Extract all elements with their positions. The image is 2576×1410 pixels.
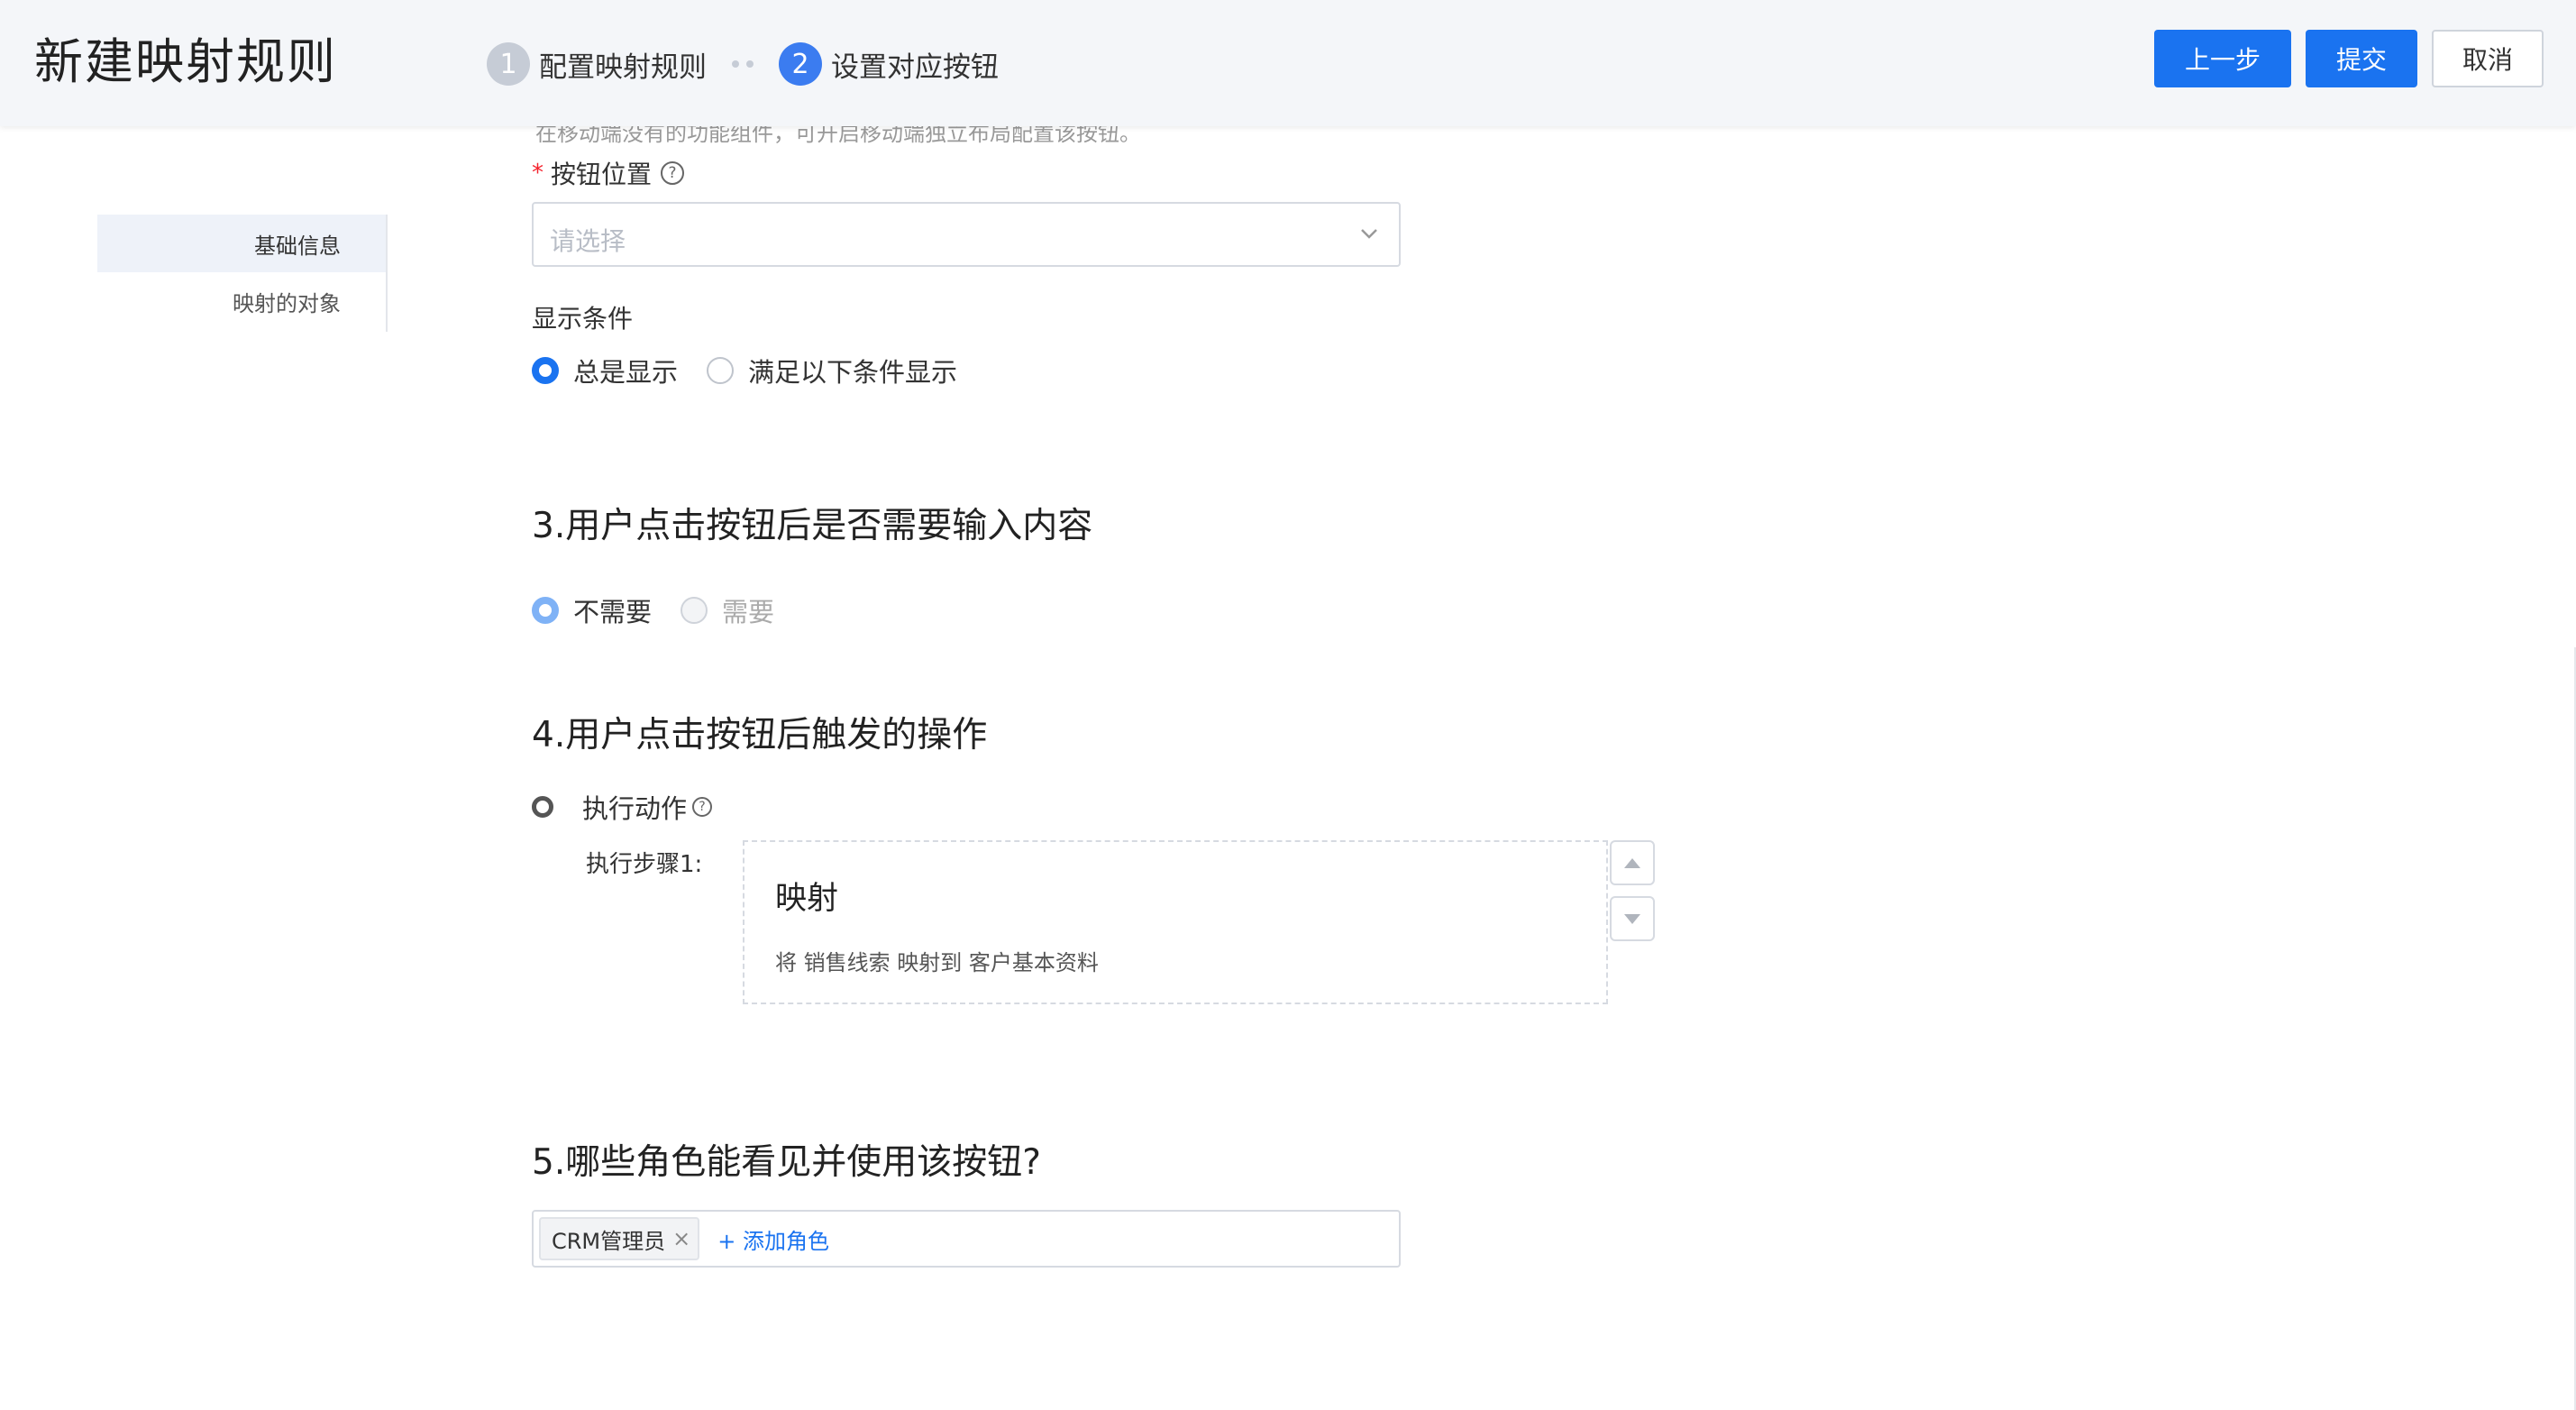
step-1-number: 1 [487,42,530,86]
button-position-select[interactable]: 请选择 [532,202,1401,267]
step-2-number: 2 [779,42,822,86]
triangle-down-icon [1624,913,1640,924]
submit-button[interactable]: 提交 [2306,30,2417,87]
radio-not-required-label: 不需要 [573,597,653,627]
radio-always-show-label: 总是显示 [573,357,679,388]
triangle-up-icon [1624,857,1640,868]
display-condition-radios: 总是显示 满足以下条件显示 [532,352,986,389]
action-step-description: 将 销售线索 映射到 客户基本资料 [775,950,1099,975]
help-icon[interactable]: ? [692,797,713,817]
execute-step-label: 执行步骤1: [586,851,703,878]
step-indicator: 1 配置映射规则 2 设置对应按钮 [487,41,999,87]
step-1-label: 配置映射规则 [539,50,707,84]
step-separator [732,60,754,68]
add-role-link[interactable]: + 添加角色 [717,1223,829,1255]
page-header: 新建映射规则 1 配置映射规则 2 设置对应按钮 上一步 提交 取消 [0,0,2576,126]
radio-always-show[interactable] [532,357,559,384]
action-step-title: 映射 [775,881,839,917]
display-condition-label: 显示条件 [532,304,634,334]
trigger-action-option: 执行动作 ? [532,788,713,826]
select-placeholder: 请选择 [550,226,626,256]
section-4-title: 4.用户点击按钮后触发的操作 [532,715,988,755]
radio-conditional-show-label: 满足以下条件显示 [748,357,958,388]
help-icon[interactable]: ? [661,161,685,185]
previous-step-button[interactable]: 上一步 [2154,30,2291,87]
button-position-text: 按钮位置 [551,160,653,189]
execute-action-label: 执行动作 [582,793,688,824]
close-icon[interactable]: × [672,1226,690,1251]
step-2-label: 设置对应按钮 [831,50,999,84]
step-1[interactable]: 1 配置映射规则 [487,42,707,86]
radio-required-label: 需要 [722,597,775,627]
move-down-button[interactable] [1610,896,1655,941]
side-nav-item-basic-info[interactable]: 基础信息 [97,215,386,272]
radio-not-required[interactable] [532,597,559,624]
radio-conditional-show[interactable] [707,357,735,384]
chevron-down-icon [1361,229,1377,239]
step-2[interactable]: 2 设置对应按钮 [779,42,999,86]
action-step-card[interactable]: 映射 将 销售线索 映射到 客户基本资料 [743,840,1608,1004]
section-3-title: 3.用户点击按钮后是否需要输入内容 [532,506,1093,546]
side-nav-item-mapped-object[interactable]: 映射的对象 [97,272,386,330]
role-tag-label: CRM管理员 [552,1228,666,1254]
role-tag: CRM管理员 × [539,1217,700,1260]
radio-execute-action[interactable] [532,796,553,818]
section-5-title: 5.哪些角色能看见并使用该按钮? [532,1142,1041,1183]
radio-required[interactable] [681,597,708,624]
move-up-button[interactable] [1610,840,1655,885]
required-mark: * [532,160,544,187]
side-nav: 基础信息 映射的对象 [97,215,388,332]
cancel-button[interactable]: 取消 [2432,30,2544,87]
page-title: 新建映射规则 [34,33,337,90]
input-required-radios: 不需要 需要 [532,591,803,629]
role-selector[interactable]: CRM管理员 × + 添加角色 [532,1210,1401,1268]
button-position-label: * 按钮位置 ? [532,155,685,191]
